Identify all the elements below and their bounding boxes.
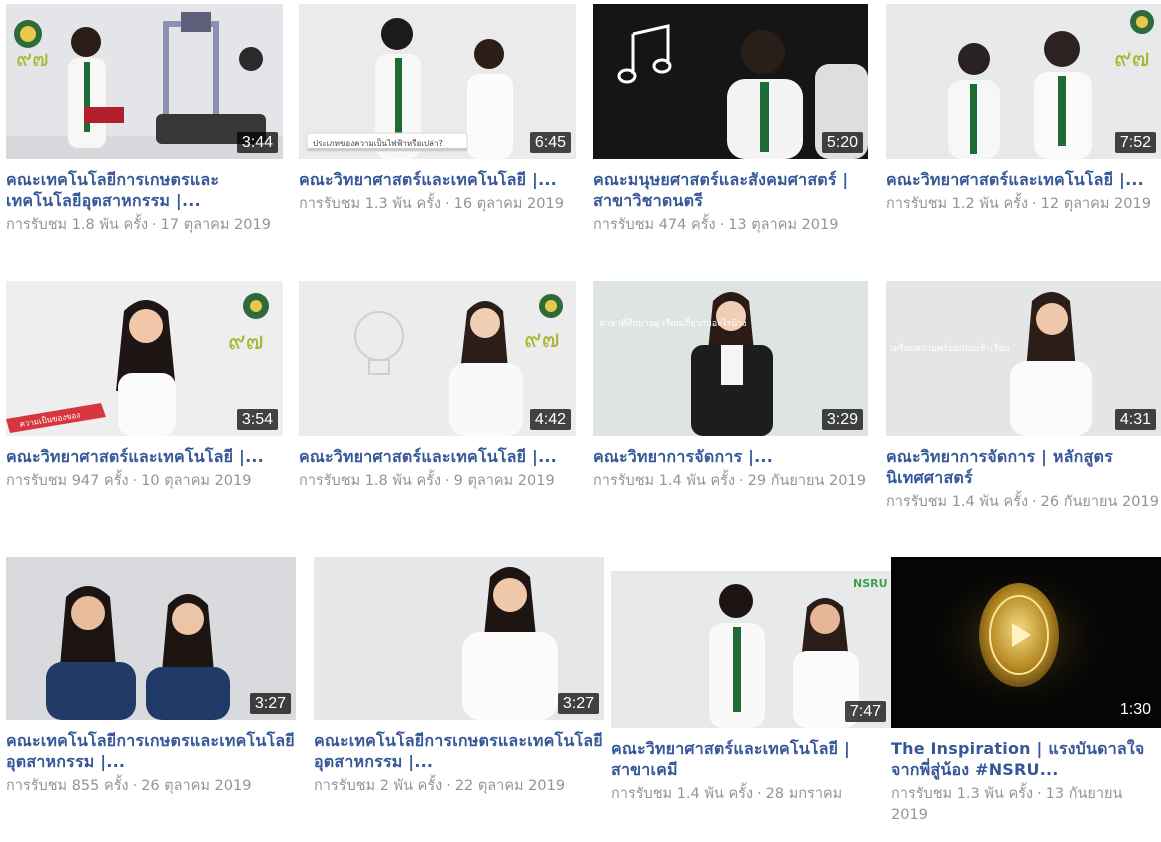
video-duration: 7:52 <box>1114 132 1156 153</box>
view-count: การรับชม 1.2 พัน ครั้ง <box>886 196 1029 212</box>
view-count: การรับชม 1.4 พัน ครั้ง <box>886 494 1029 510</box>
video-title-link[interactable]: คณะวิทยาศาสตร์และเทคโนโลยี |... <box>6 446 283 467</box>
view-count: การรับชม 1.8 พัน ครั้ง <box>6 217 149 233</box>
video-thumbnail[interactable]: 3:27 <box>6 557 296 720</box>
video-title-link[interactable]: คณะวิทยาศาสตร์และเทคโนโลยี |... <box>299 446 576 467</box>
video-thumbnail[interactable]: ประเภทของความเป็นไฟฟ้าหรือเปล่า? 6:45 <box>299 4 576 159</box>
video-duration: 4:31 <box>1114 409 1156 430</box>
svg-text:๙๗: ๙๗ <box>524 325 560 353</box>
video-meta: การรับชม 1.8 พัน ครั้ง · 9 ตุลาคม 2019 <box>299 473 555 489</box>
video-thumbnail[interactable]: ๙๗ 4:42 <box>299 281 576 436</box>
upload-date: 12 ตุลาคม 2019 <box>1040 196 1151 212</box>
video-thumbnail[interactable]: เตรียมความพร้อมก่อนเข้าเรียน 4:31 <box>886 281 1161 436</box>
svg-text:๙๗: ๙๗ <box>228 327 264 355</box>
video-duration: 5:20 <box>821 132 863 153</box>
upload-date: 9 ตุลาคม 2019 <box>453 473 555 489</box>
video-meta: การรับชม 1.4 พัน ครั้ง · 29 กันยายน 2019 <box>593 473 866 489</box>
upload-date: 13 ตุลาคม 2019 <box>728 217 839 233</box>
video-thumbnail[interactable]: 3:27 <box>314 557 604 720</box>
video-title-link[interactable]: คณะวิทยาการจัดการ |... <box>593 446 868 467</box>
view-count: การรับชม 2 พัน ครั้ง <box>314 778 443 794</box>
video-meta: การรับชม 2 พัน ครั้ง · 22 ตุลาคม 2019 <box>314 778 566 794</box>
video-card[interactable]: 5:20 คณะมนุษยศาสตร์และสังคมศาสตร์ | สาขา… <box>593 4 868 236</box>
video-card[interactable]: ๙๗ 4:42 คณะวิทยาศาสตร์และเทคโนโลยี |... … <box>299 281 576 492</box>
upload-date: 29 กันยายน 2019 <box>747 473 866 489</box>
video-card[interactable]: 3:27 คณะเทคโนโลยีการเกษตรและเทคโนโลยีอุต… <box>314 557 604 797</box>
video-meta: การรับชม 1.3 พัน ครั้ง · 16 ตุลาคม 2019 <box>299 196 564 212</box>
video-card[interactable]: 3:27 คณะเทคโนโลยีการเกษตรและเทคโนโลยีอุต… <box>6 557 296 797</box>
view-count: การรับชม 1.3 พัน ครั้ง <box>299 196 442 212</box>
video-card[interactable]: ๙๗ ความเป็นของของ 3:54 คณะวิทยาศาสตร์และ… <box>6 281 283 492</box>
video-duration: 7:47 <box>844 701 886 722</box>
video-thumbnail[interactable]: 5:20 <box>593 4 868 159</box>
video-thumbnail[interactable]: ๙๗ ความเป็นของของ 3:54 <box>6 281 283 436</box>
video-title-link[interactable]: คณะวิทยาศาสตร์และเทคโนโลยี |... <box>299 169 576 190</box>
video-meta: การรับชม 1.4 พัน ครั้ง · 26 กันยายน 2019 <box>886 494 1159 510</box>
video-title-link[interactable]: คณะวิทยาศาสตร์และเทคโนโลยี | สาขาเคมี <box>611 738 891 780</box>
upload-date: 26 ตุลาคม 2019 <box>141 778 252 794</box>
upload-date: 28 มกราคม <box>765 786 843 802</box>
video-thumbnail[interactable]: ๙๗ 7:52 <box>886 4 1161 159</box>
nsru-logo-text: NSRU <box>853 577 888 590</box>
video-duration: 3:27 <box>249 693 291 714</box>
svg-text:๙๗: ๙๗ <box>16 47 49 72</box>
thumbnail-caption: ประเภทของความเป็นไฟฟ้าหรือเปล่า? <box>313 138 443 148</box>
video-card[interactable]: ๙๗ 3:44 คณะเทคโนโลยีการเกษตรและเทคโนโลยี… <box>6 4 283 236</box>
video-card[interactable]: ประเภทของความเป็นไฟฟ้าหรือเปล่า? 6:45 คณ… <box>299 4 576 215</box>
video-meta: การรับชม 1.4 พัน ครั้ง · 28 มกราคม <box>611 786 843 802</box>
view-count: การรับชม 474 ครั้ง <box>593 217 716 233</box>
video-thumbnail[interactable]: ๙๗ 3:44 <box>6 4 283 159</box>
view-count: การรับชม 947 ครั้ง <box>6 473 129 489</box>
upload-date: 26 กันยายน 2019 <box>1040 494 1159 510</box>
view-count: การรับชม 1.3 พัน ครั้ง <box>891 786 1034 802</box>
video-title-link[interactable]: คณะเทคโนโลยีการเกษตรและเทคโนโลยีอุตสาหกร… <box>6 730 296 772</box>
view-count: การรับชม 855 ครั้ง <box>6 778 129 794</box>
video-thumbnail[interactable]: NSRU 7:47 <box>611 571 891 728</box>
svg-text:๙๗: ๙๗ <box>1114 44 1150 72</box>
video-title-link[interactable]: คณะเทคโนโลยีการเกษตรและเทคโนโลยีอุตสาหกร… <box>314 730 604 772</box>
video-duration: 1:30 <box>1119 701 1151 718</box>
video-duration: 4:42 <box>529 409 571 430</box>
video-thumbnail[interactable]: สาขาที่ศึกษาอยู่ เรียนเกี่ยวกับอะไรบ้าง … <box>593 281 868 436</box>
upload-date: 16 ตุลาคม 2019 <box>453 196 564 212</box>
video-meta: การรับชม 947 ครั้ง · 10 ตุลาคม 2019 <box>6 473 252 489</box>
video-meta: การรับชม 1.8 พัน ครั้ง · 17 ตุลาคม 2019 <box>6 217 271 233</box>
upload-date: 22 ตุลาคม 2019 <box>454 778 566 794</box>
view-count: การรับชม 1.4 พัน ครั้ง <box>611 786 754 802</box>
upload-date: 10 ตุลาคม 2019 <box>141 473 252 489</box>
video-meta: การรับชม 1.2 พัน ครั้ง · 12 ตุลาคม 2019 <box>886 196 1151 212</box>
upload-date: 17 ตุลาคม 2019 <box>160 217 271 233</box>
video-card[interactable]: NSRU 7:47 คณะวิทยาศาสตร์และเทคโนโลยี | ส… <box>611 571 891 805</box>
video-meta: การรับชม 855 ครั้ง · 26 ตุลาคม 2019 <box>6 778 252 794</box>
view-count: การรับชม 1.8 พัน ครั้ง <box>299 473 442 489</box>
thumbnail-caption: เตรียมความพร้อมก่อนเข้าเรียน <box>890 343 1010 354</box>
video-card[interactable]: เตรียมความพร้อมก่อนเข้าเรียน 4:31 คณะวิท… <box>886 281 1161 513</box>
video-title-link[interactable]: คณะเทคโนโลยีการเกษตรและเทคโนโลยีอุตสาหกร… <box>6 169 283 211</box>
video-duration: 3:27 <box>557 693 599 714</box>
video-title-link[interactable]: The Inspiration | แรงบันดาลใจ จากพี่สู่น… <box>891 738 1161 780</box>
video-duration: 6:45 <box>529 132 571 153</box>
video-card[interactable]: สาขาที่ศึกษาอยู่ เรียนเกี่ยวกับอะไรบ้าง … <box>593 281 868 492</box>
video-meta: การรับชม 1.3 พัน ครั้ง · 13 กันยายน 2019 <box>891 786 1123 823</box>
video-card[interactable]: 1:30 The Inspiration | แรงบันดาลใจ จากพี… <box>891 557 1161 826</box>
view-count: การรับชม 1.4 พัน ครั้ง <box>593 473 736 489</box>
video-duration: 3:29 <box>821 409 863 430</box>
video-duration: 3:54 <box>236 409 278 430</box>
video-title-link[interactable]: คณะวิทยาการจัดการ | หลักสูตรนิเทศศาสตร์ <box>886 446 1161 488</box>
video-title-link[interactable]: คณะมนุษยศาสตร์และสังคมศาสตร์ | สาขาวิชาด… <box>593 169 868 211</box>
video-card[interactable]: ๙๗ 7:52 คณะวิทยาศาสตร์และเทคโนโลยี |... … <box>886 4 1161 215</box>
video-thumbnail[interactable]: 1:30 <box>891 557 1161 728</box>
video-meta: การรับชม 474 ครั้ง · 13 ตุลาคม 2019 <box>593 217 839 233</box>
video-duration: 3:44 <box>236 132 278 153</box>
video-title-link[interactable]: คณะวิทยาศาสตร์และเทคโนโลยี |... <box>886 169 1161 190</box>
